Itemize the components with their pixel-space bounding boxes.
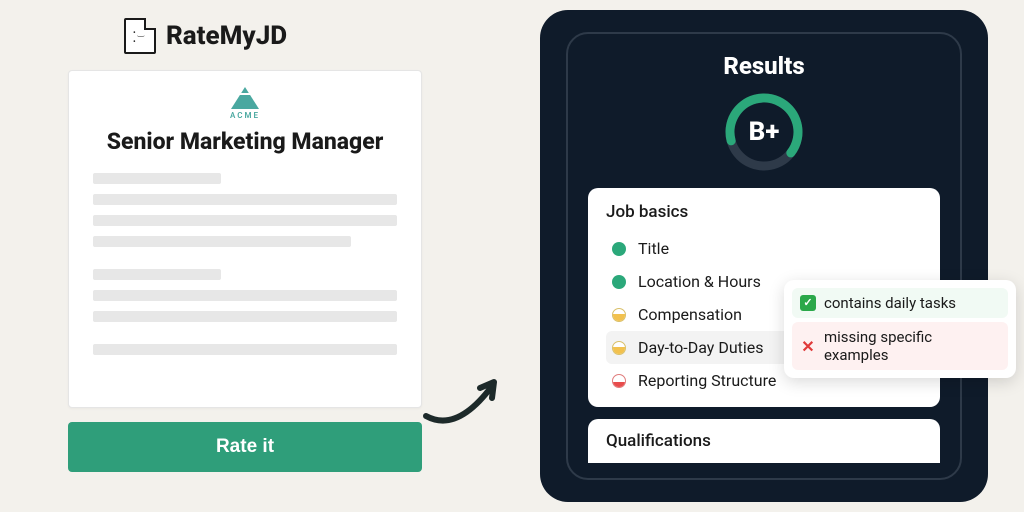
company-name: ACME (93, 111, 397, 120)
checklist-label: Reporting Structure (638, 371, 776, 390)
skeleton-line (93, 269, 221, 280)
results-heading: Results (723, 52, 804, 80)
status-dot-amber-icon (612, 308, 626, 322)
status-dot-amber-icon (612, 341, 626, 355)
results-panel: Results B+ Job basics Title Location & H… (540, 10, 988, 502)
job-description-card: ACME Senior Marketing Manager (68, 70, 422, 408)
x-icon: ✕ (800, 337, 816, 356)
skeleton-line (93, 236, 351, 247)
check-icon: ✓ (800, 295, 816, 311)
section-title: Qualifications (606, 431, 922, 451)
status-dot-red-icon (612, 374, 626, 388)
checklist-label: Title (638, 239, 669, 258)
company-logo: ACME (93, 87, 397, 120)
grade-ring: B+ (722, 90, 806, 174)
skeleton-line (93, 173, 221, 184)
triangle-icon (231, 87, 259, 109)
status-dot-green-icon (612, 275, 626, 289)
tooltip-good-text: contains daily tasks (824, 294, 956, 312)
skeleton-line (93, 290, 397, 301)
skeleton-line (93, 194, 397, 205)
rate-it-button[interactable]: Rate it (68, 422, 422, 472)
checklist-label: Location & Hours (638, 272, 761, 291)
section-title: Job basics (606, 202, 922, 222)
tooltip-bad-text: missing specific examples (824, 328, 1000, 364)
tooltip-good-row: ✓ contains daily tasks (792, 288, 1008, 318)
checklist-label: Compensation (638, 305, 742, 324)
brand-name: RateMyJD (166, 21, 287, 51)
checklist-label: Day-to-Day Duties (638, 338, 764, 357)
skeleton-line (93, 215, 397, 226)
section-qualifications: Qualifications (588, 419, 940, 463)
status-dot-green-icon (612, 242, 626, 256)
curved-arrow-icon (412, 338, 522, 448)
grade-value: B+ (749, 117, 780, 147)
document-face-icon: • ‿ • (124, 18, 156, 54)
tooltip-bad-row: ✕ missing specific examples (792, 322, 1008, 370)
brand-logo: • ‿ • RateMyJD (124, 18, 287, 54)
skeleton-line (93, 344, 397, 355)
skeleton-line (93, 311, 397, 322)
job-title: Senior Marketing Manager (93, 128, 397, 155)
results-inner: Results B+ Job basics Title Location & H… (566, 32, 962, 480)
hover-tooltip: ✓ contains daily tasks ✕ missing specifi… (784, 280, 1016, 378)
checklist-item-title[interactable]: Title (606, 232, 922, 265)
